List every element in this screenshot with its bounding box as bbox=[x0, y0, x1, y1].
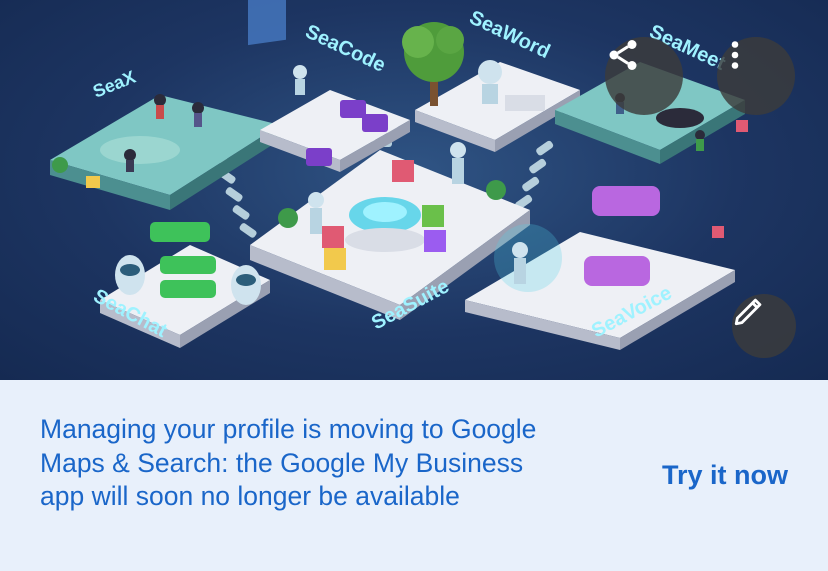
seacode-label: SeaCode bbox=[302, 21, 389, 77]
seax-platform bbox=[50, 94, 280, 210]
seax-label: SeaX bbox=[90, 67, 138, 102]
migration-notice-banner: Managing your profile is moving to Googl… bbox=[0, 380, 828, 571]
edit-cover-button[interactable] bbox=[732, 294, 796, 358]
share-button[interactable] bbox=[605, 37, 683, 115]
pencil-icon bbox=[734, 298, 762, 326]
more-vertical-icon bbox=[731, 41, 739, 69]
try-it-now-button[interactable]: Try it now bbox=[662, 460, 788, 491]
share-icon bbox=[609, 40, 637, 70]
seaword-label: SeaWord bbox=[466, 7, 554, 63]
migration-notice-text: Managing your profile is moving to Googl… bbox=[40, 414, 537, 511]
seachat-platform bbox=[100, 222, 270, 348]
cover-illustration: SeaX SeaCode SeaWord SeaMeet SeaChat Sea… bbox=[50, 0, 748, 350]
more-options-button[interactable] bbox=[717, 37, 795, 115]
seaword-platform bbox=[402, 22, 580, 152]
cover-photo[interactable]: SeaX SeaCode SeaWord SeaMeet SeaChat Sea… bbox=[0, 0, 828, 380]
